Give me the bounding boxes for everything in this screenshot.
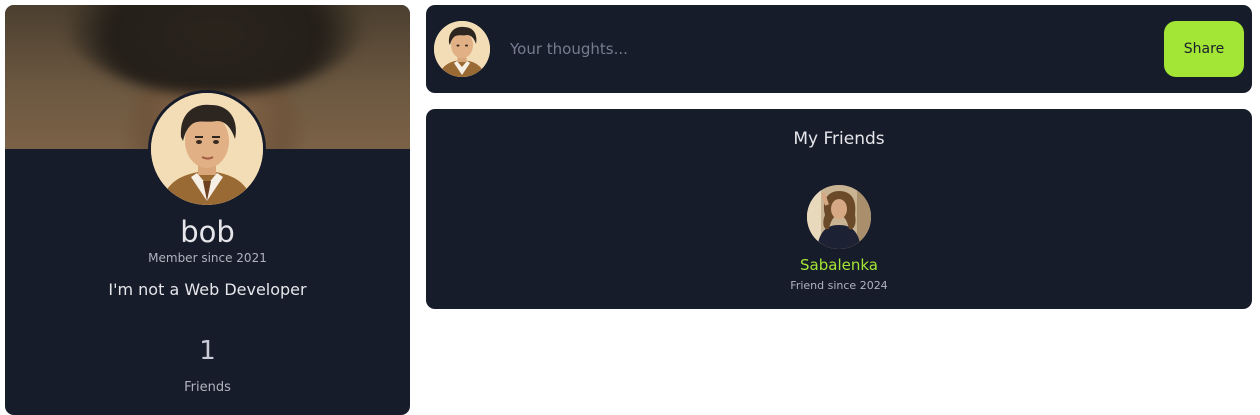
thoughts-input[interactable] [504, 33, 1156, 65]
friend-avatar[interactable] [807, 185, 871, 249]
profile-name: bob [180, 215, 235, 249]
friend-since-text: Friend since 2024 [790, 279, 888, 292]
profile-bio: I'm not a Web Developer [108, 280, 307, 299]
composer-avatar [434, 21, 490, 77]
profile-card: bob Member since 2021 I'm not a Web Deve… [5, 5, 410, 415]
share-button[interactable]: Share [1164, 21, 1244, 77]
member-since-text: Member since 2021 [148, 251, 267, 265]
friend-name[interactable]: Sabalenka [779, 256, 899, 274]
friend-count[interactable]: 1 [5, 336, 410, 366]
profile-avatar[interactable] [151, 93, 263, 205]
friends-title: My Friends [793, 129, 885, 149]
friend-count-label: Friends [184, 380, 231, 395]
post-composer: Share [426, 5, 1252, 93]
friends-panel: My Friends Sabalenka Friend since 2024 [426, 109, 1252, 309]
friend-card[interactable]: Sabalenka Friend since 2024 [779, 183, 899, 299]
